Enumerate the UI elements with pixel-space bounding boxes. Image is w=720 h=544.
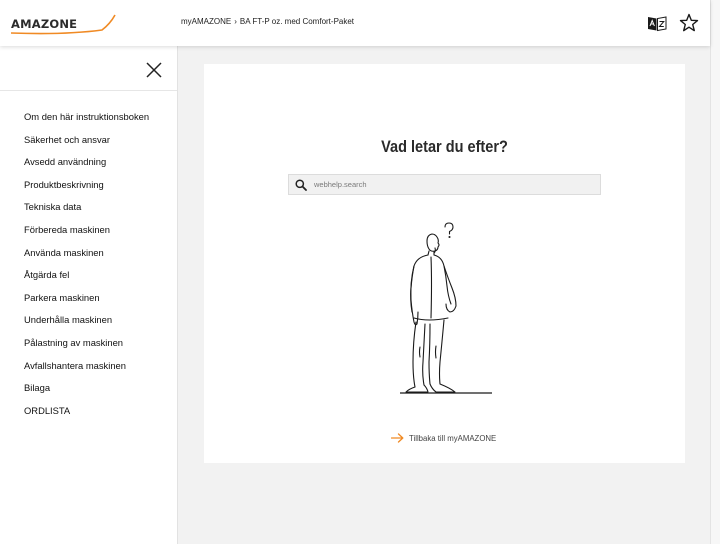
breadcrumb-separator: › (234, 17, 237, 26)
top-header: AMAZONE myAMAZONE › BA FT-P oz. med Comfor… (0, 0, 710, 46)
sidebar-item-product-description[interactable]: Produktbeskrivning (24, 179, 149, 202)
search-card: Vad letar du efter? webhelp.search Tillb… (204, 64, 685, 463)
arrow-right-icon (391, 433, 404, 443)
sidebar-item-troubleshooting[interactable]: Åtgärda fel (24, 269, 149, 292)
sidebar-item-use-machine[interactable]: Använda maskinen (24, 247, 149, 270)
close-icon[interactable] (144, 60, 164, 80)
sidebar-item-technical-data[interactable]: Tekniska data (24, 201, 149, 224)
breadcrumb-root[interactable]: myAMAZONE (181, 17, 231, 26)
breadcrumb: myAMAZONE › BA FT-P oz. med Comfort-Paket (181, 17, 354, 26)
sidebar-item-maintenance[interactable]: Underhålla maskinen (24, 314, 149, 337)
page-title: Vad letar du efter? (381, 138, 508, 156)
amazone-logo[interactable]: AMAZONE (10, 12, 118, 38)
sidebar-item-intended-use[interactable]: Avsedd användning (24, 156, 149, 179)
sidebar-item-appendix[interactable]: Bilaga (24, 382, 149, 405)
sidebar-item-park-machine[interactable]: Parkera maskinen (24, 292, 149, 315)
sidebar-item-prepare-machine[interactable]: Förbereda maskinen (24, 224, 149, 247)
breadcrumb-current: BA FT-P oz. med Comfort-Paket (239, 17, 355, 26)
search-input[interactable] (314, 177, 594, 192)
search-box[interactable] (288, 174, 601, 195)
sidebar-item-loading[interactable]: Pålastning av maskinen (24, 337, 149, 360)
logo-swoosh-icon (10, 14, 116, 35)
page-scrollbar[interactable] (710, 0, 720, 544)
sidebar: Om den här instruktionsboken Säkerhet oc… (0, 46, 178, 544)
sidebar-item-safety[interactable]: Säkerhet och ansvar (24, 134, 149, 157)
sidebar-item-about-manual[interactable]: Om den här instruktionsboken (24, 111, 149, 134)
sidebar-top (0, 46, 177, 91)
sidebar-item-glossary[interactable]: ORDLISTA (24, 405, 149, 428)
dictionary-icon[interactable] (647, 13, 667, 33)
favorite-star-icon[interactable] (679, 13, 699, 33)
back-link-label: Tillbaka till myAMAZONE (409, 433, 497, 443)
back-to-myamazone-link[interactable]: Tillbaka till myAMAZONE (391, 433, 496, 443)
sidebar-nav: Om den här instruktionsboken Säkerhet oc… (24, 111, 149, 427)
sidebar-item-disposal[interactable]: Avfallshantera maskinen (24, 360, 149, 383)
search-icon[interactable] (295, 179, 307, 191)
thinking-person-illustration (400, 222, 492, 394)
